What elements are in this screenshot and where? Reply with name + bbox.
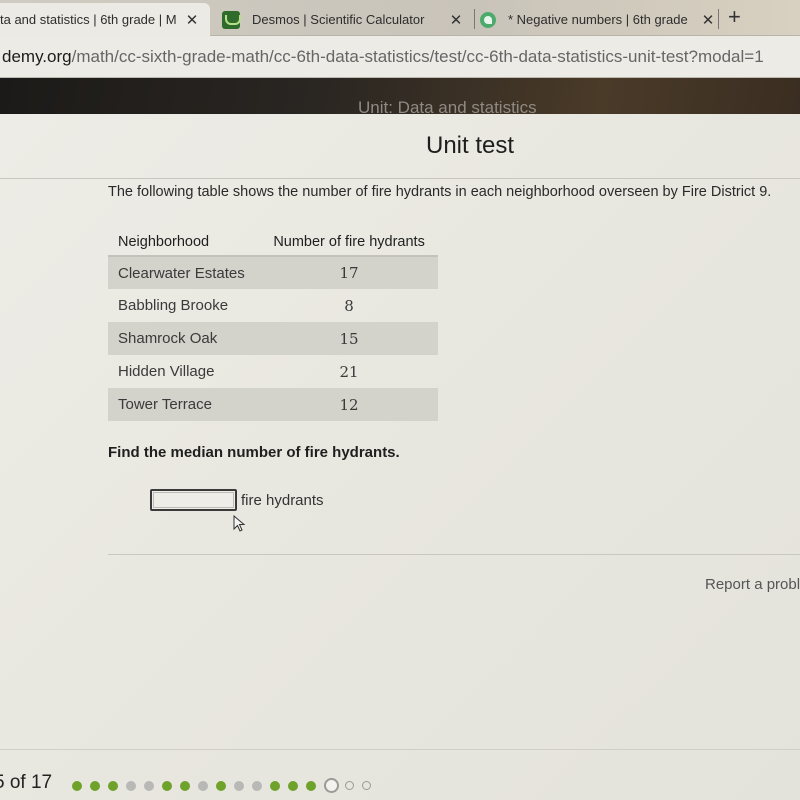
hydrants-cell: 8 (344, 296, 354, 315)
neighborhood-cell: Clearwater Estates (108, 256, 261, 289)
tab-desmos[interactable]: Desmos | Scientific Calculator ✕ (212, 3, 474, 36)
tab-data-statistics[interactable]: ta and statistics | 6th grade | M ✕ (0, 3, 210, 36)
browser-tab-bar: ta and statistics | 6th grade | M ✕ Desm… (0, 0, 800, 36)
unit-hero-banner: Unit: Data and statistics (0, 78, 800, 114)
neighborhood-cell: Babbling Brooke (118, 297, 229, 314)
column-header-neighborhood: Neighborhood (108, 228, 261, 257)
progress-dot-correct[interactable] (180, 780, 190, 791)
neighborhood-cell: Hidden Village (118, 363, 215, 380)
url-path: /math/cc-sixth-grade-math/cc-6th-data-st… (71, 46, 764, 66)
url-host: demy.org (2, 46, 72, 66)
progress-dot-correct[interactable] (306, 780, 316, 791)
divider (0, 178, 800, 179)
progress-dot-correct[interactable] (108, 780, 118, 791)
tab-title: * Negative numbers | 6th grade (508, 12, 688, 27)
report-problem-link[interactable]: Report a probl (705, 576, 800, 593)
progress-dots (72, 778, 379, 793)
neighborhood-cell: Tower Terrace (108, 388, 261, 421)
progress-label: 5 of 17 (0, 772, 53, 793)
tab-title: Desmos | Scientific Calculator (252, 12, 425, 27)
divider (108, 554, 800, 555)
question-prompt: The following table shows the number of … (108, 184, 772, 200)
table-row: Hidden Village 21 (108, 355, 438, 388)
close-icon[interactable]: ✕ (698, 11, 718, 29)
progress-dot-incorrect[interactable] (126, 780, 136, 791)
hydrants-cell: 17 (260, 256, 438, 289)
answer-unit-label: fire hydrants (241, 491, 324, 509)
hydrants-table: Neighborhood Number of fire hydrants Cle… (108, 228, 438, 421)
progress-dot-incorrect[interactable] (198, 780, 208, 791)
progress-dot-incorrect[interactable] (144, 780, 154, 791)
question-text: Find the median number of fire hydrants. (108, 444, 400, 461)
khan-academy-icon (480, 11, 496, 28)
table-row: Tower Terrace 12 (108, 388, 438, 421)
answer-row: fire hydrants (150, 489, 324, 511)
close-icon[interactable]: ✕ (446, 11, 466, 29)
hydrants-cell: 21 (339, 362, 359, 381)
progress-dot-incorrect[interactable] (234, 780, 244, 791)
progress-dot-correct[interactable] (270, 780, 280, 791)
progress-dot-upcoming[interactable] (362, 781, 371, 790)
progress-dot-correct[interactable] (90, 780, 100, 791)
mouse-cursor-icon (233, 515, 246, 532)
page-title: Unit test (425, 132, 515, 159)
close-icon[interactable]: ✕ (182, 11, 202, 29)
desmos-icon (222, 10, 241, 29)
table-header-row: Neighborhood Number of fire hydrants (108, 228, 438, 257)
progress-dot-correct[interactable] (162, 780, 172, 791)
progress-dot-correct[interactable] (288, 780, 298, 791)
progress-dot-upcoming[interactable] (345, 781, 354, 790)
column-header-hydrants: Number of fire hydrants (260, 228, 438, 257)
table-row: Clearwater Estates 17 (108, 256, 438, 289)
progress-dot-current[interactable] (324, 778, 339, 793)
address-bar[interactable]: demy.org/math/cc-sixth-grade-math/cc-6th… (0, 36, 800, 78)
hydrants-cell: 12 (260, 388, 438, 421)
neighborhood-cell: Shamrock Oak (108, 322, 261, 355)
tab-separator (718, 9, 719, 29)
tab-negative-numbers[interactable]: * Negative numbers | 6th grade ✕ (474, 3, 726, 36)
divider (0, 749, 800, 750)
table-row: Shamrock Oak 15 (108, 322, 438, 355)
new-tab-button[interactable]: + (728, 4, 741, 30)
test-modal: Unit test The following table shows the … (0, 114, 800, 800)
hydrants-cell: 15 (260, 322, 438, 355)
tab-title: ta and statistics | 6th grade | M (0, 12, 177, 27)
table-row: Babbling Brooke 8 (108, 289, 438, 322)
progress-dot-correct[interactable] (72, 780, 82, 791)
progress-dot-incorrect[interactable] (252, 780, 262, 791)
answer-input[interactable] (150, 489, 237, 511)
unit-title: Unit: Data and statistics (358, 98, 537, 114)
progress-dot-correct[interactable] (216, 780, 226, 791)
